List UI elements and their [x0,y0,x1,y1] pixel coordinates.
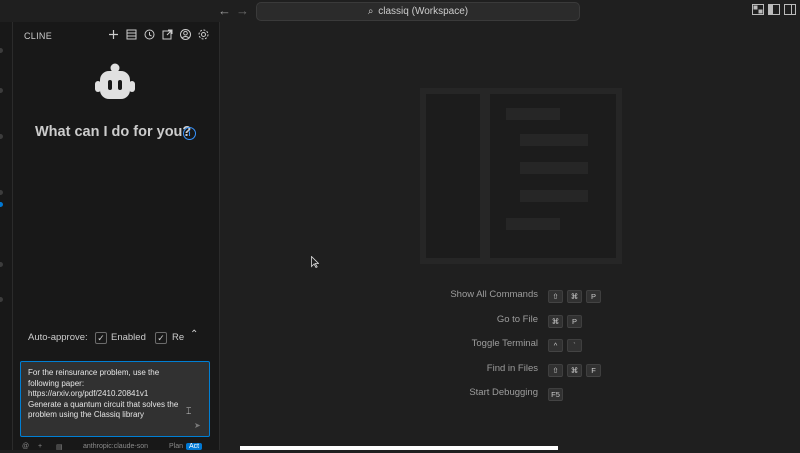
cline-robot-icon [94,62,136,108]
shortcut-row[interactable]: Toggle Terminal ^ ` [220,337,800,352]
shortcut-keys: ⌘ P [548,313,586,328]
key: ^ [548,339,563,352]
activity-item[interactable] [0,262,3,267]
auto-approve-bar[interactable]: Auto-approve: ✓ Enabled ✓ Re ⌃ [28,329,214,346]
popout-icon[interactable] [161,28,174,41]
text-cursor-icon: ⌶ [186,406,192,416]
shortcut-label: Start Debugging [469,387,538,398]
add-context-button[interactable]: + [38,443,42,450]
shortcut-keys: ⇧ ⌘ P [548,288,605,303]
key: ⇧ [548,364,563,377]
key: ⌘ [567,290,582,303]
check-icon[interactable]: ✓ [95,332,107,344]
shortcut-label: Show All Commands [450,289,538,300]
shortcut-row[interactable]: Find in Files ⇧ ⌘ F [220,362,800,377]
plan-mode-toggle[interactable]: Plan [169,443,183,450]
key: F [586,364,601,377]
activity-item[interactable] [0,88,3,93]
gear-icon[interactable] [197,28,210,41]
chat-footer: @ + ▤ anthropic:claude-son Plan Act [20,443,215,453]
shortcut-row[interactable]: Show All Commands ⇧ ⌘ P [220,288,800,303]
shortcut-keys: ⇧ ⌘ F [548,362,605,377]
key: F5 [548,388,563,401]
activity-item[interactable] [0,134,3,139]
info-icon[interactable]: i [183,127,196,140]
layout-customize-icon[interactable] [752,4,764,15]
shortcut-row[interactable]: Start Debugging F5 [220,386,800,401]
activity-badge [0,202,3,207]
chat-input-text[interactable]: For the reinsurance problem, use the fol… [28,368,188,421]
check-icon[interactable]: ✓ [155,332,167,344]
title-bar: ← → ⌕ classiq (Workspace) [0,0,800,23]
history-icon[interactable] [143,28,156,41]
search-icon: ⌕ [367,6,374,17]
shortcut-label: Find in Files [486,363,538,374]
key: P [586,290,601,303]
account-icon[interactable] [179,28,192,41]
key: ⌘ [567,364,582,377]
key: ⌘ [548,315,563,328]
chat-input[interactable]: For the reinsurance problem, use the fol… [20,361,210,437]
key: ⇧ [548,290,563,303]
back-arrow-icon[interactable]: ← [218,3,231,18]
welcome-heading: What can I do for you? [35,124,192,140]
forward-arrow-icon[interactable]: → [236,3,249,18]
mention-button[interactable]: @ [22,443,29,450]
activity-item[interactable] [0,190,3,195]
sidebar-title: CLINE [24,31,53,41]
shortcut-keys: ^ ` [548,337,586,352]
mouse-pointer-icon [311,255,320,269]
toggle-sidebar-icon[interactable] [768,4,780,15]
activity-item[interactable] [0,48,3,53]
activity-item[interactable] [0,297,3,302]
vscode-watermark-logo [420,88,622,264]
history-list-icon[interactable] [125,28,138,41]
cline-sidebar: CLINE What can I do for you? i Auto-appr… [13,22,220,453]
key: ` [567,339,582,352]
bottom-overlay-bar [240,446,558,450]
editor-area: Show All Commands ⇧ ⌘ P Go to File ⌘ P Togg… [220,22,800,450]
shortcut-label: Go to File [496,314,538,325]
send-icon[interactable]: ➤ [194,421,201,430]
auto-approve-item[interactable]: Re [172,332,184,343]
shortcut-keys: F5 [548,386,567,401]
auto-approve-label: Auto-approve: [28,332,88,343]
shortcut-label: Toggle Terminal [471,338,538,349]
command-center-search[interactable]: ⌕ classiq (Workspace) [256,2,580,21]
workspace-title: classiq (Workspace) [378,6,469,17]
activity-bar [0,22,13,450]
act-mode-toggle[interactable]: Act [186,443,203,450]
key: P [567,315,582,328]
chevron-up-icon[interactable]: ⌃ [190,329,198,340]
plus-icon[interactable] [107,28,120,41]
shortcut-row[interactable]: Go to File ⌘ P [220,313,800,328]
model-selector[interactable]: anthropic:claude-son [83,443,148,450]
auto-approve-item[interactable]: Enabled [111,332,146,343]
toggle-secondary-sidebar-icon[interactable] [784,4,796,15]
